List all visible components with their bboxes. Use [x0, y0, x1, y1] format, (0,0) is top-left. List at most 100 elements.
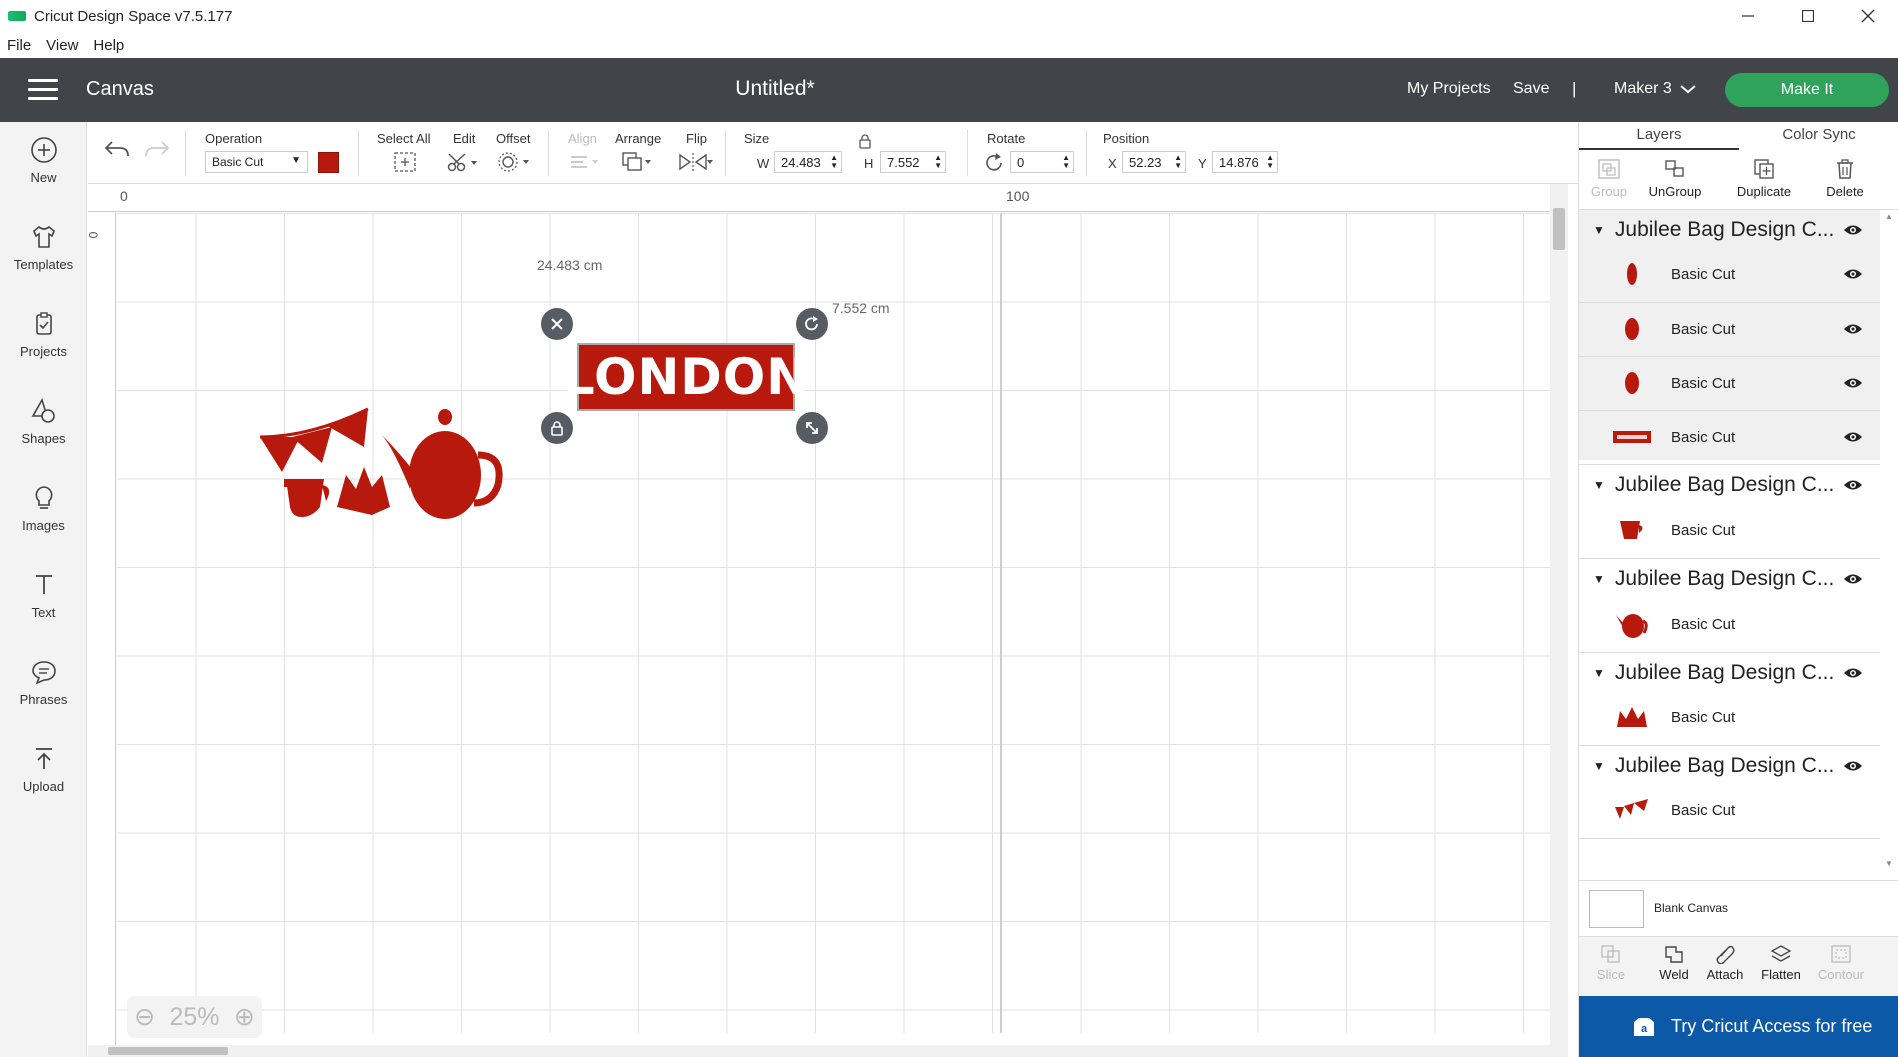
expand-triangle-icon[interactable]: ▼	[1593, 666, 1605, 680]
attach-button[interactable]: Attach	[1693, 937, 1757, 982]
expand-triangle-icon[interactable]: ▼	[1593, 478, 1605, 492]
nav-upload[interactable]: Upload	[0, 745, 87, 794]
operation-select[interactable]: Basic Cut ▼	[205, 151, 308, 173]
nav-images[interactable]: Images	[0, 484, 87, 533]
layer-group-1[interactable]: ▼ Jubilee Bag Design C...	[1579, 210, 1879, 250]
layer-item[interactable]: Basic Cut	[1579, 503, 1879, 557]
nav-new[interactable]: New	[0, 136, 87, 185]
delete-handle[interactable]	[541, 308, 573, 340]
layer-item[interactable]: Basic Cut	[1579, 690, 1879, 744]
blank-canvas-row[interactable]: Blank Canvas	[1579, 880, 1898, 936]
contour-icon	[1831, 945, 1851, 963]
eye-icon[interactable]	[1843, 759, 1863, 773]
tab-layers[interactable]: Layers	[1579, 122, 1739, 150]
oval-thumbnail	[1625, 318, 1639, 340]
ungroup-button[interactable]: UnGroup	[1635, 152, 1715, 199]
rotate-input[interactable]: 0 ▲ ▼	[1010, 151, 1074, 173]
design-canvas[interactable]: 0 100 0 24.483 cm 7.552 cm LONDON	[88, 184, 1568, 1057]
try-cricut-access-banner[interactable]: a Try Cricut Access for free	[1579, 996, 1898, 1057]
nav-phrases[interactable]: Phrases	[0, 658, 87, 707]
flip-icon[interactable]	[678, 151, 714, 173]
select-all-icon[interactable]	[393, 151, 417, 173]
expand-triangle-icon[interactable]: ▼	[1593, 572, 1605, 586]
menu-file[interactable]: File	[7, 37, 31, 54]
flatten-button[interactable]: Flatten	[1749, 937, 1813, 982]
layer-name: Basic Cut	[1671, 428, 1736, 446]
height-input[interactable]: 7.552 ▲ ▼	[880, 151, 946, 173]
menu-help[interactable]: Help	[93, 37, 124, 54]
align-icon[interactable]	[568, 151, 602, 173]
my-projects-link[interactable]: My Projects	[1407, 80, 1491, 98]
tab-color-sync[interactable]: Color Sync	[1739, 122, 1898, 150]
save-button[interactable]: Save	[1513, 80, 1549, 98]
london-text-selected[interactable]: LONDON	[563, 343, 808, 411]
rotate-label: Rotate	[987, 131, 1026, 146]
align-label: Align	[568, 131, 597, 146]
eye-icon[interactable]	[1843, 223, 1863, 237]
nav-text[interactable]: Text	[0, 571, 87, 620]
blank-canvas-swatch[interactable]	[1589, 890, 1644, 928]
rotate-handle[interactable]	[796, 308, 828, 340]
minimize-button[interactable]	[1718, 0, 1778, 32]
eye-icon[interactable]	[1843, 376, 1863, 390]
eye-icon[interactable]	[1843, 430, 1863, 444]
resize-handle[interactable]	[796, 412, 828, 444]
eye-icon[interactable]	[1843, 267, 1863, 281]
contour-button[interactable]: Contour	[1809, 937, 1873, 982]
layer-group-2[interactable]: ▼ Jubilee Bag Design C...	[1579, 465, 1879, 505]
canvas-vertical-scrollbar[interactable]	[1550, 184, 1568, 1057]
width-input[interactable]: 24.483 ▲ ▼	[774, 151, 842, 173]
text-icon	[35, 575, 52, 594]
teacup-shape	[286, 479, 330, 517]
undo-icon[interactable]	[104, 138, 130, 160]
redo-icon[interactable]	[144, 138, 170, 160]
duplicate-button[interactable]: Duplicate	[1724, 152, 1804, 199]
layer-item[interactable]: Basic Cut	[1579, 597, 1879, 651]
svg-text:a: a	[1641, 1023, 1648, 1035]
position-y-input[interactable]: 14.876 ▲ ▼	[1212, 151, 1278, 173]
eye-icon[interactable]	[1843, 478, 1863, 492]
position-x-input[interactable]: 52.23 ▲ ▼	[1122, 151, 1186, 173]
eye-icon[interactable]	[1843, 572, 1863, 586]
make-it-button[interactable]: Make It	[1725, 73, 1889, 107]
shapes-icon	[31, 397, 55, 423]
maximize-button[interactable]	[1778, 0, 1838, 32]
zoom-in-button[interactable]: ⊕	[234, 1002, 255, 1032]
height-value: 7.552	[887, 155, 920, 170]
operation-color-swatch[interactable]	[318, 152, 339, 173]
trash-icon	[1837, 159, 1853, 179]
nav-projects[interactable]: Projects	[0, 310, 87, 359]
machine-selector[interactable]: Maker 3	[1614, 80, 1696, 98]
weld-icon	[1665, 946, 1683, 963]
layer-item[interactable]: Basic Cut	[1579, 783, 1879, 837]
nav-templates[interactable]: Templates	[0, 223, 87, 272]
zoom-out-button[interactable]: ⊖	[134, 1002, 155, 1032]
close-window-button[interactable]	[1838, 0, 1898, 32]
lock-ratio-icon[interactable]	[858, 133, 872, 149]
eye-icon[interactable]	[1843, 666, 1863, 680]
offset-icon[interactable]	[498, 151, 532, 173]
teapot-spout	[380, 433, 412, 489]
layer-item[interactable]: Basic Cut	[1579, 356, 1879, 410]
nav-shapes[interactable]: Shapes	[0, 397, 87, 446]
layer-group-4[interactable]: ▼ Jubilee Bag Design C...	[1579, 653, 1879, 693]
layers-scrollbar[interactable]: ▲ ▼	[1880, 210, 1898, 870]
menu-view[interactable]: View	[46, 37, 78, 54]
arrange-icon[interactable]	[621, 151, 655, 173]
layer-item[interactable]: Basic Cut	[1579, 302, 1879, 356]
layer-group-3[interactable]: ▼ Jubilee Bag Design C...	[1579, 559, 1879, 599]
edit-scissors-icon[interactable]	[445, 151, 479, 173]
canvas-horizontal-scrollbar[interactable]	[88, 1045, 1550, 1057]
layer-group-5[interactable]: ▼ Jubilee Bag Design C...	[1579, 746, 1879, 786]
layer-item[interactable]: Basic Cut	[1579, 247, 1879, 301]
layer-item[interactable]: Basic Cut	[1579, 410, 1879, 464]
jubilee-shapes[interactable]	[260, 397, 530, 527]
expand-triangle-icon[interactable]: ▼	[1593, 759, 1605, 773]
rotate-value: 0	[1017, 155, 1025, 170]
slice-button[interactable]: Slice	[1579, 937, 1643, 982]
close-icon	[551, 318, 563, 330]
expand-triangle-icon[interactable]: ▼	[1593, 223, 1605, 237]
delete-button[interactable]: Delete	[1805, 152, 1885, 199]
lock-handle[interactable]	[541, 412, 573, 444]
eye-icon[interactable]	[1843, 322, 1863, 336]
